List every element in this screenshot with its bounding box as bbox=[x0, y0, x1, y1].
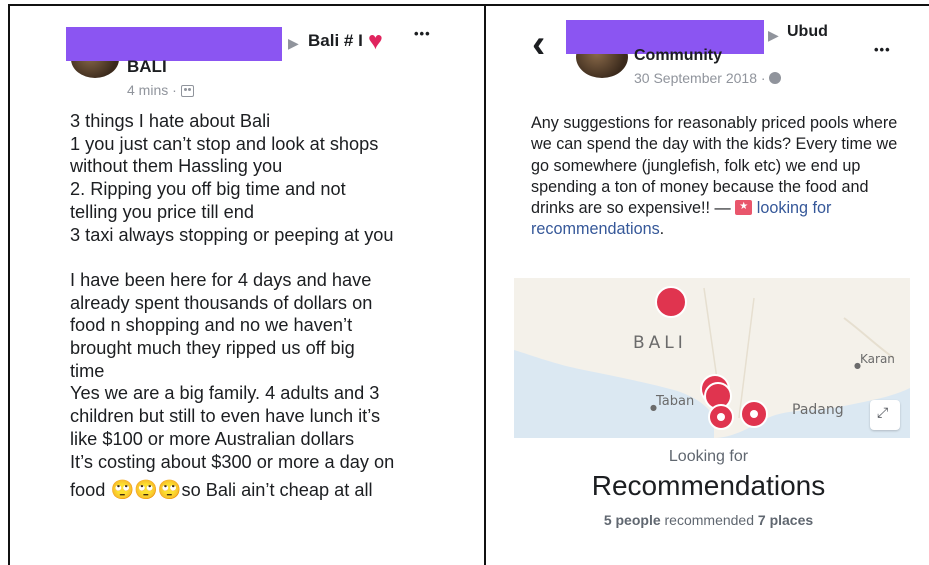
group-arrow-icon: ▶ bbox=[768, 27, 779, 43]
redacted-name bbox=[66, 27, 282, 61]
map-pin-icon[interactable] bbox=[740, 400, 768, 428]
group-subname[interactable]: Community bbox=[634, 47, 722, 65]
eye-roll-emoji-icon: 🙄 bbox=[110, 480, 135, 502]
post-line: brought much they ripped us off big bbox=[70, 338, 355, 359]
more-options-icon[interactable]: ••• bbox=[414, 26, 431, 41]
map-pin-icon[interactable] bbox=[655, 286, 687, 318]
post-line-last: food 🙄🙄🙄so Bali ain’t cheap at all bbox=[70, 479, 470, 503]
post-line: food n shopping and no we haven’t bbox=[70, 315, 353, 336]
map-pin-icon[interactable] bbox=[708, 404, 734, 430]
map-region-label: BALI bbox=[633, 333, 687, 353]
map-place-label: Taban bbox=[656, 394, 695, 409]
recommendation-tag-icon bbox=[735, 200, 753, 216]
post-text-end: . bbox=[659, 220, 665, 239]
post-time[interactable]: 4 mins bbox=[127, 82, 168, 98]
heart-icon: ♥ bbox=[368, 27, 383, 55]
post-line: I have been here for 4 days and have bbox=[70, 269, 372, 290]
right-post-panel: ‹ ▶ Ubud Community ••• 30 September 2018… bbox=[484, 4, 929, 565]
recommended-text: recommended bbox=[664, 512, 755, 528]
post-line: telling you price till end bbox=[70, 201, 254, 222]
group-name[interactable]: Ubud bbox=[787, 23, 828, 41]
post-text: Any suggestions for reasonably priced po… bbox=[531, 114, 898, 218]
recommendations-map[interactable]: BALI Karan Taban Padang ● ● ⤢ bbox=[514, 278, 910, 438]
meta-dot: · bbox=[172, 82, 181, 98]
post-line: It’s costing about $300 or more a day on bbox=[70, 451, 395, 472]
expand-map-button[interactable]: ⤢ bbox=[870, 400, 900, 430]
post-line: 3 things I hate about Bali bbox=[70, 111, 271, 131]
map-dot: ● bbox=[650, 403, 657, 412]
recommendation-summary[interactable]: 5 people recommended 7 places bbox=[486, 512, 929, 528]
post-line-end: so Bali ain’t cheap at all bbox=[181, 480, 373, 501]
post-meta: 30 September 2018 · bbox=[634, 70, 782, 86]
post-line: 1 you just can’t stop and look at shops bbox=[70, 133, 379, 154]
meta-dot: · bbox=[760, 70, 770, 86]
eye-roll-emoji-icon: 🙄 bbox=[157, 480, 182, 502]
recommendations-title[interactable]: Recommendations bbox=[486, 470, 929, 502]
post-line: time bbox=[70, 360, 105, 381]
group-arrow-icon: ▶ bbox=[288, 35, 299, 51]
post-line: Yes we are a big family. 4 adults and 3 bbox=[70, 383, 380, 404]
left-post-panel: ▶ Bali # I ♥ ••• BALI 4 mins · 3 things … bbox=[8, 4, 486, 565]
globe-icon bbox=[769, 72, 782, 84]
map-dot: ● bbox=[854, 361, 861, 370]
map-place-label: Padang bbox=[792, 402, 844, 418]
post-body: Any suggestions for reasonably priced po… bbox=[531, 113, 911, 241]
post-line: already spent thousands of dollars on bbox=[70, 292, 373, 313]
places-count: 7 places bbox=[757, 512, 814, 528]
expand-icon: ⤢ bbox=[877, 404, 889, 420]
group-name[interactable]: Bali # I bbox=[308, 31, 363, 51]
post-line: like $100 or more Australian dollars bbox=[70, 428, 355, 449]
privacy-group-icon bbox=[180, 85, 194, 97]
group-subname[interactable]: BALI bbox=[127, 57, 167, 77]
eye-roll-emoji-icon: 🙄 bbox=[134, 480, 158, 502]
post-line: 3 taxi always stopping or peeping at you bbox=[70, 224, 394, 245]
post-line: without them Hassling you bbox=[70, 156, 283, 177]
post-line-start: food bbox=[70, 480, 106, 501]
post-line: children but still to even have lunch it… bbox=[70, 406, 381, 427]
post-line: 2. Ripping you off big time and not bbox=[70, 179, 346, 200]
people-count: 5 people bbox=[603, 512, 661, 528]
more-options-icon[interactable]: ••• bbox=[874, 42, 891, 57]
back-chevron-icon[interactable]: ‹ bbox=[532, 24, 545, 64]
post-date[interactable]: 30 September 2018 bbox=[634, 70, 757, 86]
post-body: 3 things I hate about Bali 1 you just ca… bbox=[70, 110, 470, 503]
post-meta: 4 mins · bbox=[127, 82, 194, 98]
map-place-label: Karan bbox=[860, 352, 895, 366]
looking-for-label: Looking for bbox=[668, 448, 749, 465]
